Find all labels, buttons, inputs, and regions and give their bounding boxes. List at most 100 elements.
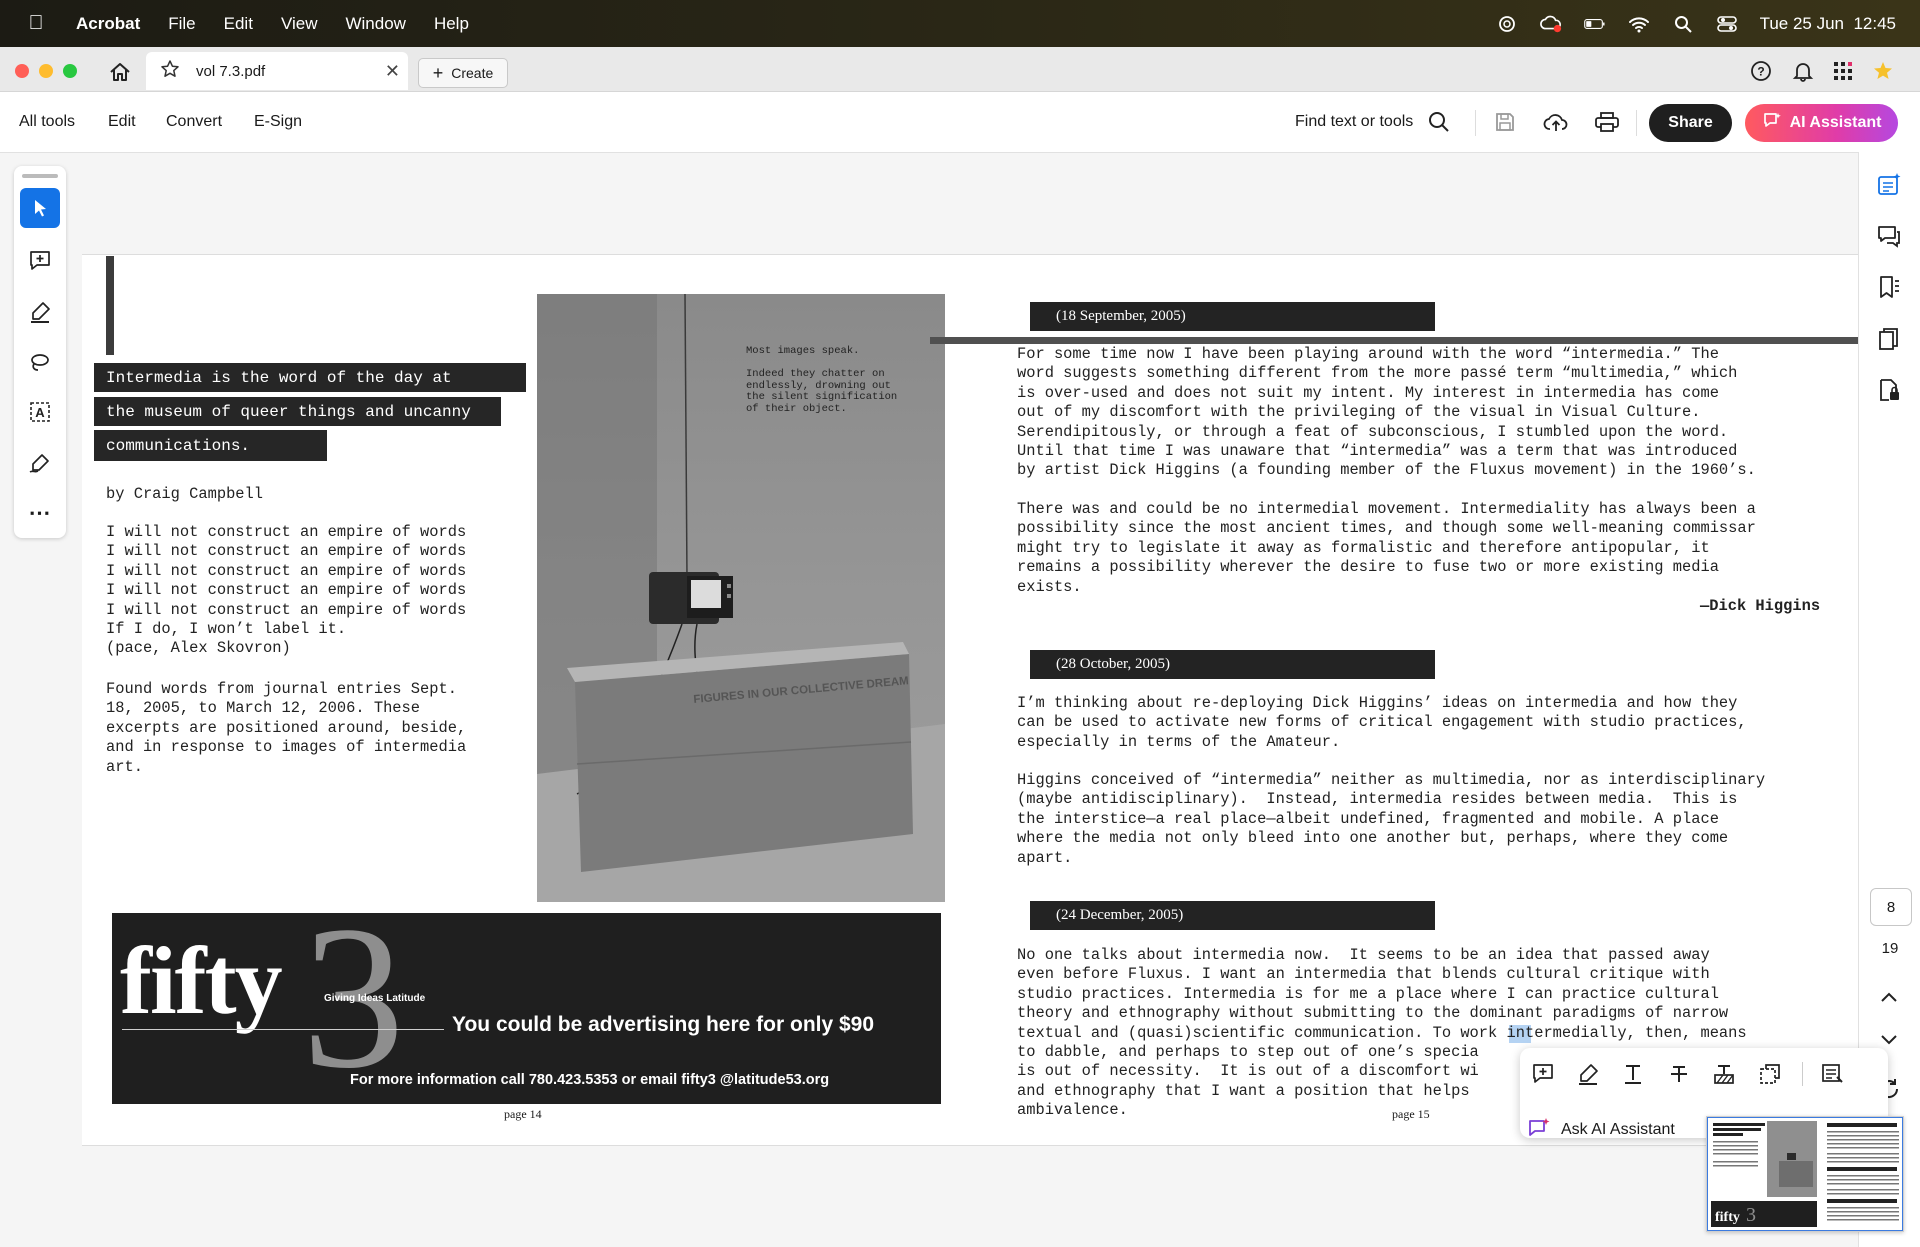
create-button[interactable]: + Create	[418, 58, 508, 88]
comment-plus-icon	[30, 251, 50, 270]
select-tool-button[interactable]	[20, 188, 60, 228]
more-tools-button[interactable]: ⋯	[20, 493, 60, 533]
menu-edit[interactable]: Edit	[224, 14, 253, 34]
total-pages-label: 19	[1881, 940, 1899, 957]
menubar-clock[interactable]: Tue 25 Jun 12:45	[1760, 14, 1896, 34]
page-thumbnail-preview[interactable]: fifty 3	[1706, 1116, 1904, 1232]
context-divider	[1802, 1062, 1803, 1086]
ai-assistant-button[interactable]: AI Assistant	[1745, 104, 1898, 142]
all-tools-menu[interactable]: All tools	[19, 92, 75, 152]
date-heading-3: (24 December, 2005)	[1030, 901, 1435, 930]
ask-ai-assistant-button[interactable]: Ask AI Assistant	[1527, 1112, 1675, 1148]
svg-text:fifty: fifty	[1715, 1210, 1740, 1225]
entry-2-paragraph-1: I’m thinking about re-deploying Dick Hig…	[1017, 694, 1747, 751]
control-center-icon[interactable]	[1716, 13, 1738, 35]
entry-1-quote: There was and could be no intermedial mo…	[1017, 500, 1756, 596]
date-heading-1: (18 September, 2005)	[1030, 302, 1435, 331]
home-icon[interactable]	[106, 58, 134, 86]
convert-menu[interactable]: Convert	[166, 92, 222, 152]
menu-window[interactable]: Window	[345, 14, 405, 34]
left-vertical-rule	[106, 256, 114, 355]
add-comment-tool-button[interactable]	[20, 241, 60, 281]
tab-title: vol 7.3.pdf	[196, 62, 266, 80]
apple-menu-icon[interactable]: 	[26, 12, 46, 35]
intermedia-art-photo: Most images speak. Indeed they chatter o…	[537, 294, 945, 902]
svg-text:A: A	[35, 405, 45, 420]
highlight-tool-button[interactable]	[20, 292, 60, 332]
headline-line-2: the museum of queer things and uncanny	[94, 397, 501, 426]
more-dots-icon: ⋯	[28, 500, 52, 525]
page-thumbnails-icon[interactable]	[1872, 322, 1906, 356]
text-box-icon: A	[30, 402, 50, 422]
esign-menu[interactable]: E-Sign	[254, 92, 302, 152]
edit-menu[interactable]: Edit	[108, 92, 136, 152]
ai-assistant-label: AI Assistant	[1789, 114, 1882, 131]
help-icon[interactable]: ?	[1750, 60, 1774, 84]
menubar-status-area: Tue 25 Jun 12:45	[1496, 0, 1896, 47]
context-highlight-icon[interactable]	[1572, 1058, 1604, 1090]
svg-text:?: ?	[1757, 65, 1764, 79]
fifty3-tagline: Giving Ideas Latitude	[324, 993, 426, 1004]
ask-ai-label: Ask AI Assistant	[1561, 1121, 1675, 1138]
menu-view[interactable]: View	[281, 14, 318, 34]
creative-cloud-icon[interactable]	[1539, 13, 1562, 35]
right-page-number: page 15	[1392, 1107, 1430, 1121]
apps-grid-icon[interactable]	[1832, 60, 1856, 84]
context-more-options-icon[interactable]	[1817, 1058, 1849, 1090]
close-tab-icon[interactable]: ✕	[385, 61, 400, 82]
bookmarks-panel-icon[interactable]	[1872, 270, 1906, 304]
upload-cloud-icon[interactable]	[1543, 111, 1569, 135]
entry-2-paragraph-2: Higgins conceived of “intermedia” neithe…	[1017, 771, 1766, 867]
ad-headline: You could be advertising here for only $…	[452, 1013, 875, 1036]
headline-line-3: communications.	[94, 430, 327, 461]
quote-attribution: —Dick Higgins	[1700, 597, 1821, 615]
context-redact-icon[interactable]	[1708, 1058, 1740, 1090]
text-box-tool-button[interactable]: A	[20, 392, 60, 432]
find-search-icon[interactable]	[1428, 111, 1452, 135]
fifty3-logo: fifty	[120, 927, 283, 1034]
window-close-button[interactable]	[15, 64, 29, 78]
menu-file[interactable]: File	[168, 14, 195, 34]
wifi-icon[interactable]	[1628, 13, 1650, 35]
spotlight-search-icon[interactable]	[1672, 13, 1694, 35]
chatgpt-icon[interactable]	[1496, 13, 1518, 35]
find-text-label[interactable]: Find text or tools	[1295, 92, 1413, 152]
logo-underline	[122, 1029, 444, 1030]
context-add-comment-icon[interactable]	[1527, 1058, 1559, 1090]
battery-icon[interactable]	[1583, 13, 1606, 35]
ai-assistant-icon	[1762, 111, 1782, 136]
fifty3-advertisement[interactable]: 3 fifty Giving Ideas Latitude You could …	[112, 913, 941, 1104]
window-zoom-button[interactable]	[63, 64, 77, 78]
byline: by Craig Campbell	[106, 485, 264, 503]
found-words-text: Found words from journal entries Sept. 1…	[106, 680, 467, 776]
document-security-icon[interactable]	[1872, 373, 1906, 407]
save-icon[interactable]	[1494, 111, 1518, 135]
window-minimize-button[interactable]	[39, 64, 53, 78]
document-tab[interactable]: vol 7.3.pdf ✕	[146, 52, 408, 90]
menu-app-name[interactable]: Acrobat	[76, 14, 140, 34]
signature-pen-icon	[29, 454, 49, 473]
print-icon[interactable]	[1594, 111, 1620, 135]
ai-generative-summary-icon[interactable]	[1872, 168, 1906, 202]
sign-tool-button[interactable]	[20, 443, 60, 483]
ad-contact-info: For more information call 780.423.5353 o…	[350, 1072, 830, 1088]
panel-drag-handle[interactable]	[22, 174, 58, 178]
share-button[interactable]: Share	[1649, 104, 1732, 142]
highlighter-pen-icon	[31, 302, 50, 323]
account-avatar-icon[interactable]	[1872, 60, 1896, 84]
previous-page-chevron-up-icon[interactable]	[1872, 980, 1906, 1014]
lasso-draw-icon	[31, 354, 49, 371]
notifications-bell-icon[interactable]	[1792, 60, 1816, 84]
toolbar-divider	[1475, 110, 1476, 136]
menu-help[interactable]: Help	[434, 14, 469, 34]
context-copy-icon[interactable]	[1754, 1058, 1786, 1090]
poem-text: I will not construct an empire of words …	[106, 523, 467, 658]
current-page-input[interactable]: 8	[1870, 888, 1912, 926]
star-icon[interactable]	[160, 59, 182, 83]
comments-panel-icon[interactable]	[1872, 219, 1906, 253]
draw-tool-button[interactable]	[20, 342, 60, 382]
cursor-arrow-icon	[35, 200, 46, 217]
context-strikethrough-icon[interactable]	[1663, 1058, 1695, 1090]
context-underline-text-icon[interactable]	[1617, 1058, 1649, 1090]
create-label: Create	[451, 65, 494, 81]
